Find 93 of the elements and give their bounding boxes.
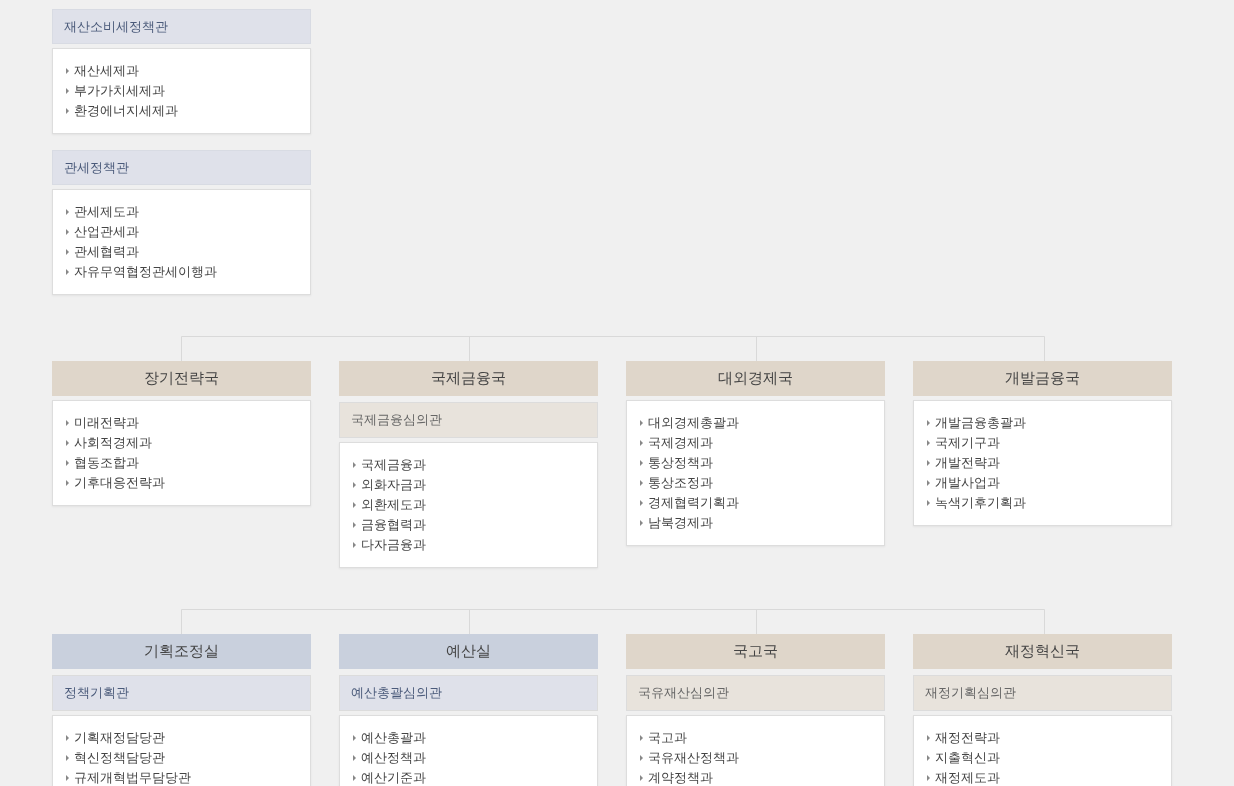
bullet-icon bbox=[66, 420, 69, 426]
department-link[interactable]: 재산세제과 bbox=[66, 61, 297, 81]
bullet-icon bbox=[640, 735, 643, 741]
bureau-header[interactable]: 국제금융국 bbox=[339, 361, 598, 396]
bullet-icon bbox=[640, 500, 643, 506]
bullet-icon bbox=[66, 735, 69, 741]
bullet-icon bbox=[640, 755, 643, 761]
bullet-icon bbox=[927, 755, 930, 761]
department-link[interactable]: 환경에너지세제과 bbox=[66, 101, 297, 121]
department-link[interactable]: 예산기준과 bbox=[353, 768, 584, 786]
bullet-icon bbox=[640, 775, 643, 781]
department-link[interactable]: 외화자금과 bbox=[353, 475, 584, 495]
bullet-icon bbox=[353, 522, 356, 528]
bullet-icon bbox=[66, 440, 69, 446]
bullet-icon bbox=[640, 420, 643, 426]
department-link[interactable]: 개발금융총괄과 bbox=[927, 413, 1158, 433]
department-link[interactable]: 예산정책과 bbox=[353, 748, 584, 768]
department-link[interactable]: 혁신정책담당관 bbox=[66, 748, 297, 768]
department-link[interactable]: 개발사업과 bbox=[927, 473, 1158, 493]
bullet-icon bbox=[66, 460, 69, 466]
bullet-icon bbox=[353, 482, 356, 488]
bureau-header[interactable]: 기획조정실 bbox=[52, 634, 311, 669]
department-link[interactable]: 외환제도과 bbox=[353, 495, 584, 515]
bullet-icon bbox=[66, 68, 69, 74]
department-link[interactable]: 대외경제총괄과 bbox=[640, 413, 871, 433]
department-link[interactable]: 국제기구과 bbox=[927, 433, 1158, 453]
bullet-icon bbox=[927, 480, 930, 486]
department-link[interactable]: 국제경제과 bbox=[640, 433, 871, 453]
bullet-icon bbox=[353, 735, 356, 741]
bullet-icon bbox=[927, 500, 930, 506]
department-link[interactable]: 재정제도과 bbox=[927, 768, 1158, 786]
bullet-icon bbox=[66, 480, 69, 486]
sub-header[interactable]: 예산총괄심의관 bbox=[339, 675, 598, 711]
bullet-icon bbox=[353, 542, 356, 548]
department-link[interactable]: 녹색기후기획과 bbox=[927, 493, 1158, 513]
department-link[interactable]: 협동조합과 bbox=[66, 453, 297, 473]
department-link[interactable]: 부가가치세제과 bbox=[66, 81, 297, 101]
department-link[interactable]: 금융협력과 bbox=[353, 515, 584, 535]
bullet-icon bbox=[66, 755, 69, 761]
department-link[interactable]: 사회적경제과 bbox=[66, 433, 297, 453]
bullet-icon bbox=[927, 440, 930, 446]
bureau-header[interactable]: 재정혁신국 bbox=[913, 634, 1172, 669]
bullet-icon bbox=[640, 480, 643, 486]
department-link[interactable]: 계약정책과 bbox=[640, 768, 871, 786]
department-link[interactable]: 관세제도과 bbox=[66, 202, 297, 222]
bullet-icon bbox=[66, 229, 69, 235]
bureau-header[interactable]: 개발금융국 bbox=[913, 361, 1172, 396]
department-link[interactable]: 국제금융과 bbox=[353, 455, 584, 475]
bullet-icon bbox=[353, 775, 356, 781]
bullet-icon bbox=[640, 520, 643, 526]
department-link[interactable]: 국고과 bbox=[640, 728, 871, 748]
department-link[interactable]: 자유무역협정관세이행과 bbox=[66, 262, 297, 282]
bullet-icon bbox=[927, 775, 930, 781]
department-link[interactable]: 기후대응전략과 bbox=[66, 473, 297, 493]
department-link[interactable]: 통상정책과 bbox=[640, 453, 871, 473]
department-link[interactable]: 다자금융과 bbox=[353, 535, 584, 555]
department-link[interactable]: 미래전략과 bbox=[66, 413, 297, 433]
bureau-header[interactable]: 예산실 bbox=[339, 634, 598, 669]
bureau-header[interactable]: 대외경제국 bbox=[626, 361, 885, 396]
department-link[interactable]: 재정전략과 bbox=[927, 728, 1158, 748]
bullet-icon bbox=[353, 755, 356, 761]
bullet-icon bbox=[927, 420, 930, 426]
department-link[interactable]: 경제협력기획과 bbox=[640, 493, 871, 513]
sub-header[interactable]: 재정기획심의관 bbox=[913, 675, 1172, 711]
bullet-icon bbox=[66, 775, 69, 781]
department-link[interactable]: 통상조정과 bbox=[640, 473, 871, 493]
department-link[interactable]: 규제개혁법무담당관 bbox=[66, 768, 297, 786]
department-link[interactable]: 예산총괄과 bbox=[353, 728, 584, 748]
sub-header[interactable]: 국제금융심의관 bbox=[339, 402, 598, 438]
bullet-icon bbox=[640, 460, 643, 466]
department-link[interactable]: 남북경제과 bbox=[640, 513, 871, 533]
department-link[interactable]: 산업관세과 bbox=[66, 222, 297, 242]
department-link[interactable]: 국유재산정책과 bbox=[640, 748, 871, 768]
sub-header[interactable]: 정책기획관 bbox=[52, 675, 311, 711]
bullet-icon bbox=[66, 88, 69, 94]
department-link[interactable]: 지출혁신과 bbox=[927, 748, 1158, 768]
bullet-icon bbox=[66, 209, 69, 215]
department-link[interactable]: 개발전략과 bbox=[927, 453, 1158, 473]
bureau-header[interactable]: 장기전략국 bbox=[52, 361, 311, 396]
bullet-icon bbox=[927, 735, 930, 741]
bullet-icon bbox=[66, 108, 69, 114]
bullet-icon bbox=[353, 462, 356, 468]
department-link[interactable]: 관세협력과 bbox=[66, 242, 297, 262]
section-header[interactable]: 재산소비세정책관 bbox=[52, 9, 311, 44]
sub-header[interactable]: 국유재산심의관 bbox=[626, 675, 885, 711]
department-link[interactable]: 기획재정담당관 bbox=[66, 728, 297, 748]
bureau-header[interactable]: 국고국 bbox=[626, 634, 885, 669]
bullet-icon bbox=[927, 460, 930, 466]
bullet-icon bbox=[353, 502, 356, 508]
bullet-icon bbox=[640, 440, 643, 446]
bullet-icon bbox=[66, 249, 69, 255]
section-header[interactable]: 관세정책관 bbox=[52, 150, 311, 185]
bullet-icon bbox=[66, 269, 69, 275]
